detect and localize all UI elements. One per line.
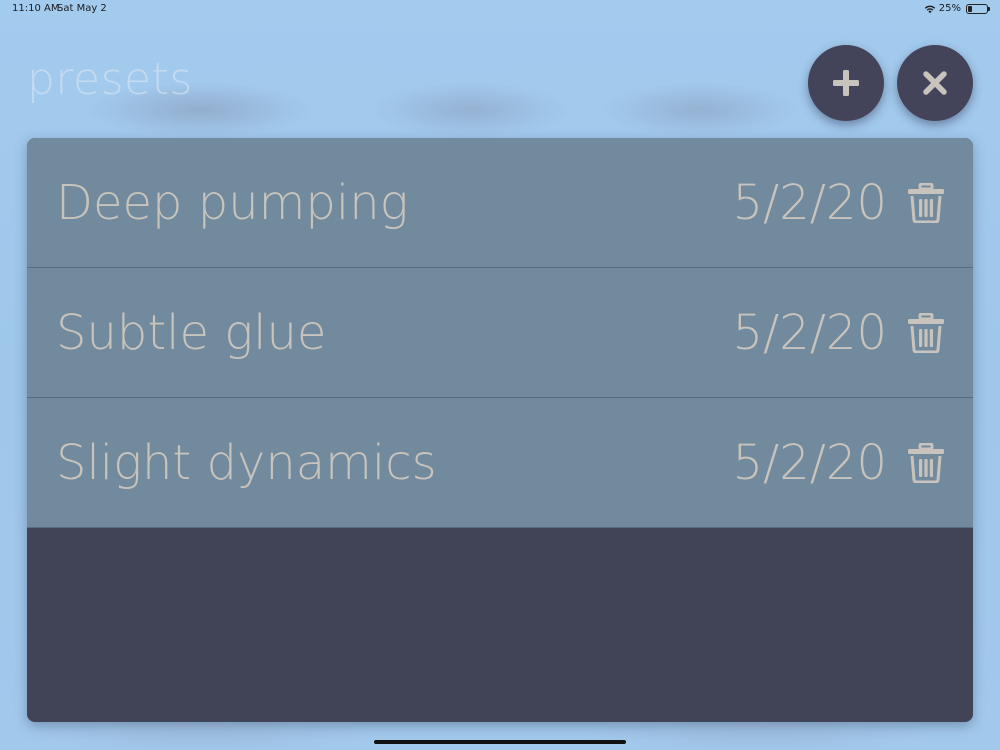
status-bar: 11:10 AM Sat May 2 25%	[0, 0, 1000, 18]
preset-name: Subtle glue	[56, 304, 327, 361]
status-date: Sat May 2	[57, 3, 107, 14]
battery-percent: 25%	[938, 3, 961, 14]
preset-date: 5/2/20	[732, 304, 888, 361]
battery-icon	[966, 3, 990, 14]
status-time: 11:10 AM	[12, 3, 60, 14]
preset-date: 5/2/20	[732, 174, 888, 231]
presets-panel: Deep pumping 5/2/20 Subtle glue 5/2/20 S…	[27, 138, 973, 722]
close-button[interactable]	[897, 45, 973, 121]
preset-name: Deep pumping	[56, 174, 409, 231]
preset-row[interactable]: Slight dynamics 5/2/20	[27, 398, 973, 528]
preset-row[interactable]: Deep pumping 5/2/20	[27, 138, 973, 268]
delete-preset-button[interactable]	[905, 311, 947, 355]
delete-preset-button[interactable]	[905, 181, 947, 225]
preset-name: Slight dynamics	[56, 434, 437, 491]
preset-row[interactable]: Subtle glue 5/2/20	[27, 268, 973, 398]
close-icon	[923, 71, 947, 95]
status-indicators: 25%	[924, 3, 990, 14]
delete-preset-button[interactable]	[905, 441, 947, 485]
home-indicator[interactable]	[374, 740, 626, 744]
trash-icon	[908, 312, 944, 353]
trash-icon	[908, 182, 944, 223]
plus-icon	[833, 70, 859, 96]
add-preset-button[interactable]	[808, 45, 884, 121]
page-title: presets	[27, 54, 193, 105]
preset-date: 5/2/20	[732, 434, 888, 491]
trash-icon	[908, 442, 944, 483]
wifi-icon	[924, 5, 935, 13]
